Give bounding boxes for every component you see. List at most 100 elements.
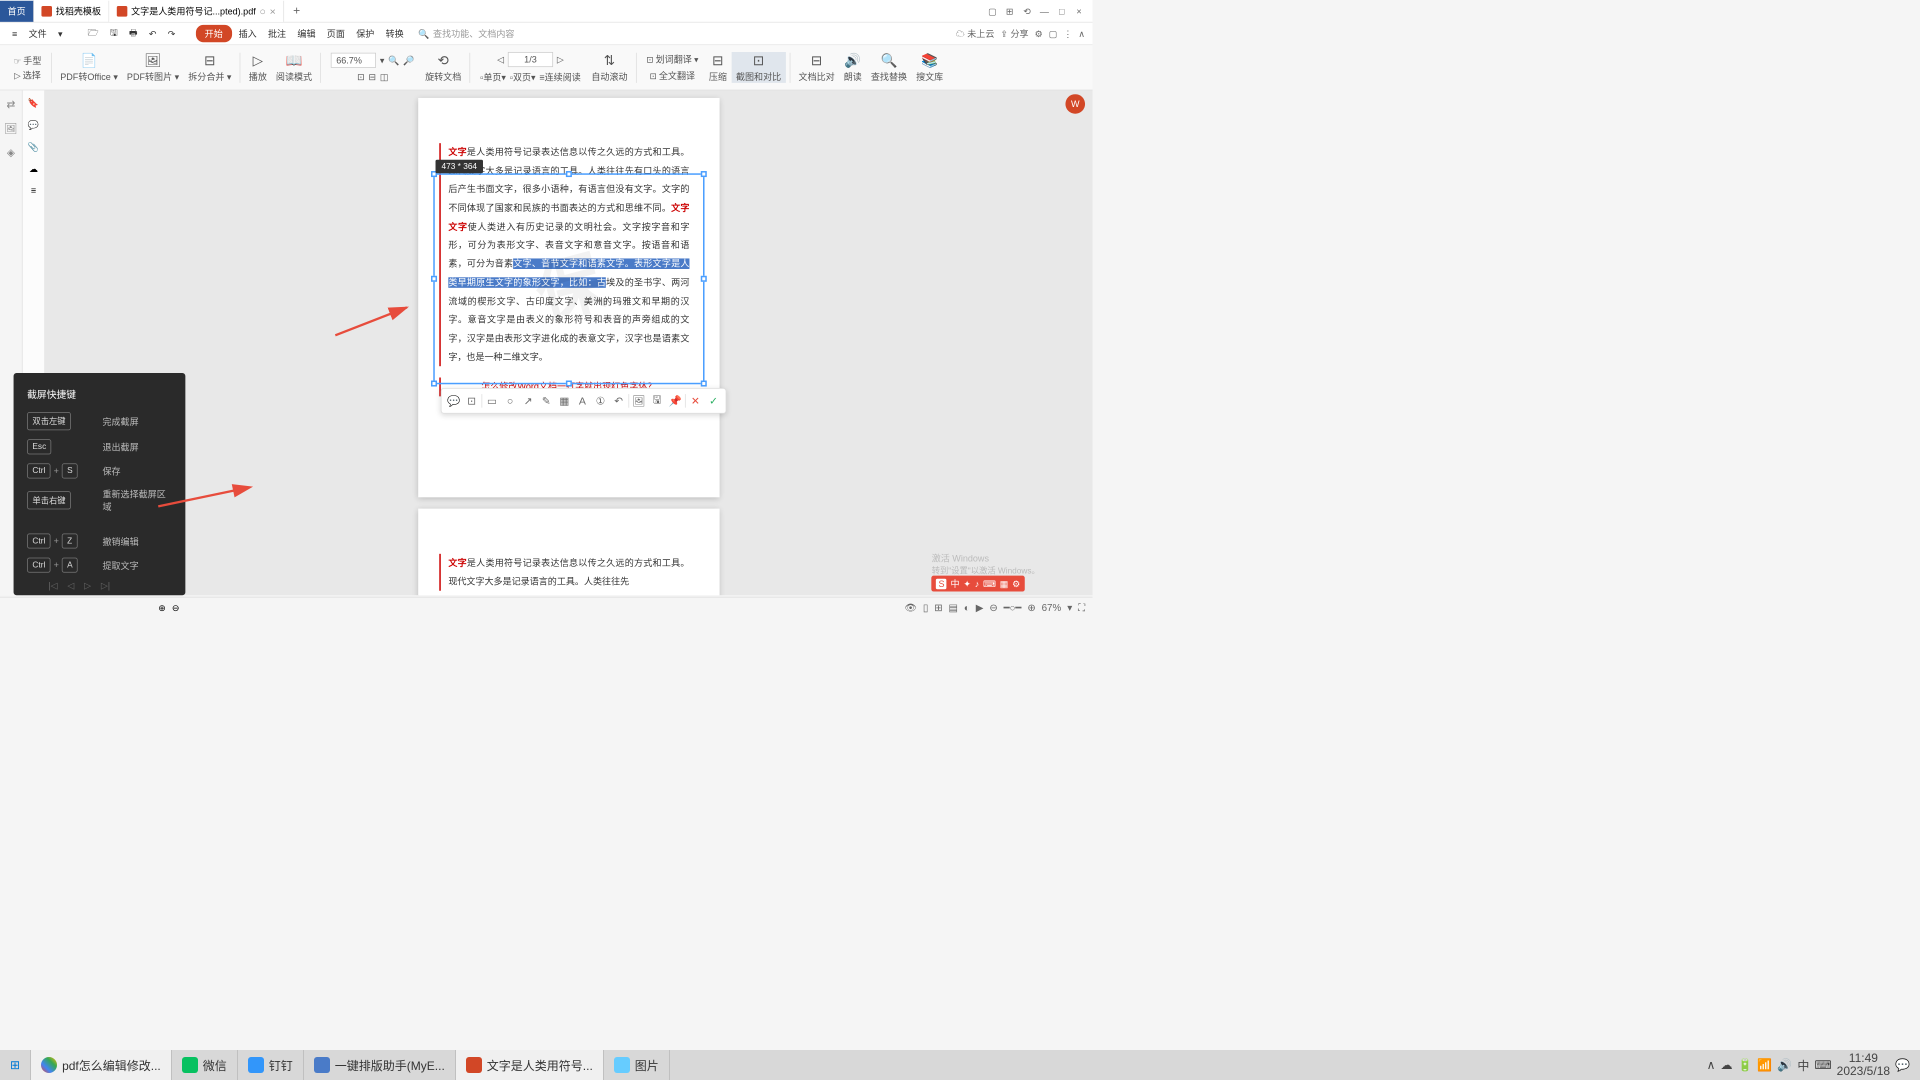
tool-split[interactable]: ⊟拆分合并 ▾ — [184, 52, 236, 83]
close-button[interactable]: × — [1071, 3, 1086, 18]
actual-icon[interactable]: ◫ — [380, 72, 389, 83]
sel-download-icon[interactable]: 🖫 — [649, 393, 666, 410]
more-icon[interactable]: ⋮ — [1063, 28, 1072, 39]
tray-date[interactable]: 2023/5/18 — [1837, 1065, 1890, 1078]
menu-convert[interactable]: 转换 — [381, 25, 408, 42]
sel-save-icon[interactable]: 🖼 — [631, 393, 648, 410]
width-icon[interactable]: ⊟ — [368, 72, 376, 83]
tab-home[interactable]: 首页 — [0, 0, 34, 21]
taskbar-myeditor[interactable]: 一键排版助手(MyE... — [304, 1050, 456, 1080]
layers-icon[interactable]: ≡ — [31, 185, 36, 196]
view-play-icon[interactable]: ▶ — [976, 602, 984, 614]
sync-icon[interactable]: ⟲ — [1019, 3, 1034, 18]
zoom-slider[interactable]: ━○━ — [1004, 602, 1022, 614]
sel-undo-icon[interactable]: ↶ — [610, 393, 627, 410]
page-number[interactable]: 1/3 — [508, 52, 553, 67]
chevron-down-icon[interactable]: ▾ — [54, 26, 68, 41]
redo-icon[interactable]: ↷ — [163, 26, 180, 41]
taskbar-images[interactable]: 图片 — [604, 1050, 670, 1080]
tool-read[interactable]: 🔊朗读 — [839, 52, 866, 83]
tool-rotate[interactable]: ⟲旋转文档 — [421, 52, 466, 83]
tray-battery-icon[interactable]: 🔋 — [1737, 1058, 1752, 1072]
float-pdf-button[interactable]: W — [1065, 94, 1085, 114]
zoom-out-status[interactable]: ⊖ — [989, 602, 997, 614]
tool-autoscroll[interactable]: ⇅自动滚动 — [587, 52, 632, 83]
cloud-status[interactable]: ☁ 未上云 — [956, 27, 995, 40]
menu-hamburger[interactable]: ≡ — [8, 26, 22, 41]
sel-arrow-icon[interactable]: ↗ — [520, 393, 537, 410]
minimize-button[interactable]: — — [1037, 3, 1052, 18]
view-web-icon[interactable]: ◐ — [964, 602, 970, 613]
canvas[interactable]: 保 文字是人类用符号记录表达信息以传之久远的方式和工具。现代文字大多是记录语言的… — [45, 90, 1092, 595]
sel-cancel-button[interactable]: ✕ — [687, 393, 704, 410]
view-list-icon[interactable]: ▤ — [949, 602, 958, 614]
sel-pen-icon[interactable]: ✎ — [538, 393, 555, 410]
status-add[interactable]: ⊕ — [158, 602, 166, 613]
tray-keyboard-icon[interactable]: ⌨ — [1814, 1058, 1831, 1072]
sel-mosaic-icon[interactable]: ▦ — [556, 393, 573, 410]
taskbar-chrome[interactable]: pdf怎么编辑修改... — [31, 1050, 172, 1080]
sheet-next[interactable]: ▷ — [81, 580, 94, 591]
sheet-first[interactable]: |◁ — [45, 580, 60, 591]
tray-wifi-icon[interactable]: 📶 — [1757, 1058, 1772, 1072]
tray-up-icon[interactable]: ∧ — [1707, 1058, 1716, 1072]
cloud-icon[interactable]: ☁ — [29, 164, 38, 175]
zoom-dropdown-status[interactable]: ▾ — [1067, 602, 1072, 614]
sel-confirm-button[interactable]: ✓ — [705, 393, 722, 410]
search-box[interactable]: 🔍查找功能、文档内容 — [418, 27, 514, 40]
taskbar-wechat[interactable]: 微信 — [172, 1050, 238, 1080]
save-icon[interactable]: 🖫 — [105, 23, 122, 43]
image-tool-icon[interactable]: 🖼 — [4, 122, 17, 135]
tool-find[interactable]: 🔍查找替换 — [866, 52, 911, 83]
menu-edit[interactable]: 编辑 — [293, 25, 320, 42]
tool-compress[interactable]: ⊟压缩 — [704, 52, 731, 83]
eye-icon[interactable]: 👁 — [904, 602, 916, 614]
view-single-icon[interactable]: ▯ — [923, 602, 928, 614]
taskbar-dingtalk[interactable]: 钉钉 — [238, 1050, 304, 1080]
share-button[interactable]: ⇪ 分享 — [1000, 27, 1028, 40]
double-page[interactable]: ▫双页▾ — [510, 70, 536, 83]
attachment-icon[interactable]: 📎 — [28, 142, 39, 153]
tool-pdf2office[interactable]: 📄PDF转Office ▾ — [56, 52, 123, 83]
layout-icon[interactable]: ▢ — [985, 3, 1000, 18]
sheet-prev[interactable]: ◁ — [64, 580, 77, 591]
menu-file[interactable]: 文件 — [24, 25, 51, 42]
zoom-input[interactable]: 66.7% — [331, 53, 376, 68]
sel-number-icon[interactable]: ① — [592, 393, 609, 410]
zoom-in-status[interactable]: ⊕ — [1027, 602, 1035, 614]
sel-text-icon[interactable]: A — [574, 393, 591, 410]
single-page[interactable]: ▫单页▾ — [480, 70, 506, 83]
sel-rect-icon[interactable]: ▭ — [484, 393, 501, 410]
grid-icon[interactable]: ⊞ — [1002, 3, 1017, 18]
tray-volume-icon[interactable]: 🔊 — [1777, 1058, 1792, 1072]
fullscreen-icon[interactable]: ⛶ — [1078, 602, 1085, 614]
expand-icon[interactable]: ∧ — [1078, 28, 1085, 39]
ruler-icon[interactable]: ⇄ — [6, 98, 15, 111]
taskbar-wps[interactable]: 文字是人类用符号... — [456, 1050, 604, 1080]
gear-icon[interactable]: ⚙ — [1035, 28, 1043, 39]
start-button[interactable]: ⊞ — [0, 1050, 31, 1080]
tab-add[interactable]: + — [284, 4, 309, 18]
fit-icon[interactable]: ⊡ — [357, 72, 365, 83]
comment-icon[interactable]: 💬 — [28, 120, 39, 131]
menu-page[interactable]: 页面 — [322, 25, 349, 42]
menu-protect[interactable]: 保护 — [352, 25, 379, 42]
sel-record-icon[interactable]: ⊡ — [463, 393, 480, 410]
zoom-in-icon[interactable]: 🔎 — [403, 55, 414, 66]
sel-circle-icon[interactable]: ○ — [502, 393, 519, 410]
menu-insert[interactable]: 插入 — [234, 25, 261, 42]
close-icon[interactable]: ○ — [260, 5, 266, 17]
ime-badge[interactable]: S 中 ✦♪⌨▦⚙ — [932, 576, 1025, 592]
tool-cursor[interactable]: ☞ 手型 ▷ 选择 — [8, 47, 48, 88]
zoom-dropdown[interactable]: ▾ — [380, 55, 385, 66]
tool-play[interactable]: ▷播放 — [244, 52, 271, 83]
shapes-icon[interactable]: ◈ — [7, 146, 15, 159]
tool-screenshot[interactable]: ⊡截图和对比 — [731, 52, 785, 83]
zoom-percent[interactable]: 67% — [1042, 602, 1062, 613]
menu-start[interactable]: 开始 — [196, 25, 232, 42]
bookmark-icon[interactable]: 🔖 — [28, 98, 39, 109]
next-page[interactable]: ▷ — [557, 54, 564, 65]
tray-ime-icon[interactable]: 中 — [1797, 1057, 1809, 1074]
tab-document[interactable]: 文字是人类用符号记...pted).pdf○× — [109, 0, 284, 21]
prev-page[interactable]: ◁ — [497, 54, 504, 65]
